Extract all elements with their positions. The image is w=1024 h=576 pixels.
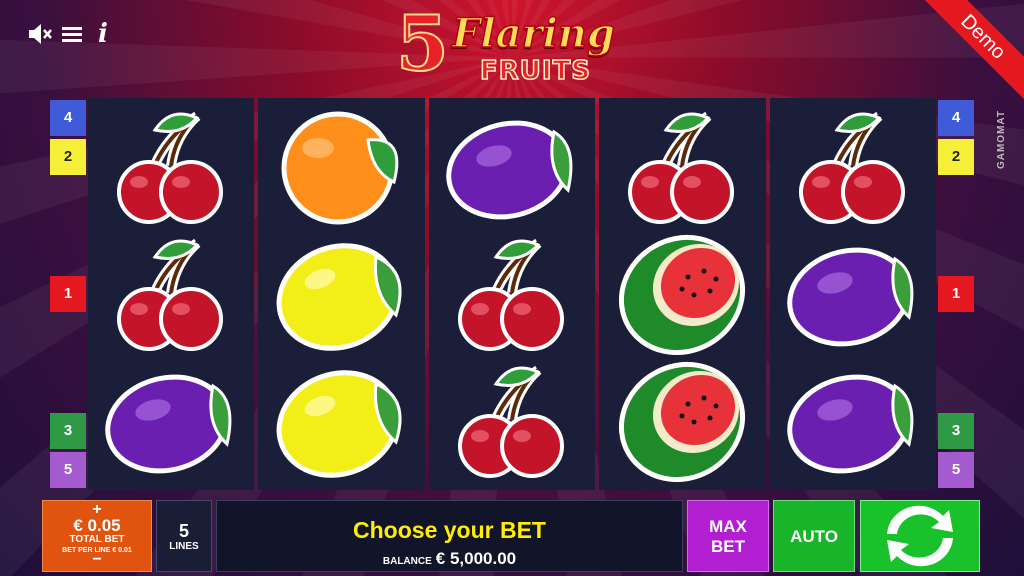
line-marker-left-1: 1 bbox=[50, 276, 86, 312]
top-bar: i 5 Flaring FRUITS Demo bbox=[0, 0, 1024, 101]
cherry-icon bbox=[101, 233, 241, 355]
cherry-icon bbox=[101, 106, 241, 228]
hamburger-menu-icon[interactable] bbox=[60, 20, 84, 53]
reel-2 bbox=[258, 98, 425, 490]
line-marker-left-5: 5 bbox=[50, 452, 86, 488]
plum-icon bbox=[101, 360, 241, 482]
plum-icon bbox=[783, 233, 923, 355]
line-marker-right-4: 4 bbox=[938, 100, 974, 136]
line-marker-right-5: 5 bbox=[938, 452, 974, 488]
max-bet-button[interactable]: MAX BET bbox=[687, 500, 769, 572]
balance-value: € 5,000.00 bbox=[435, 549, 517, 568]
cherry-icon bbox=[612, 106, 752, 228]
reel-5 bbox=[769, 98, 937, 490]
line-marker-left-2: 2 bbox=[50, 139, 86, 175]
spin-arrows-icon bbox=[887, 505, 953, 567]
game-logo: 5 Flaring FRUITS bbox=[395, 0, 628, 88]
lemon-icon bbox=[272, 233, 412, 355]
bet-increase-button[interactable]: + bbox=[43, 502, 151, 518]
status-message: Choose your BET bbox=[353, 517, 546, 543]
lines-count: 5 bbox=[178, 521, 189, 541]
balance-label: BALANCE bbox=[382, 556, 432, 567]
total-bet-value: € 0.05 bbox=[73, 516, 121, 535]
cherry-icon bbox=[442, 360, 582, 482]
orange-icon bbox=[272, 106, 412, 228]
bet-decrease-button[interactable]: − bbox=[43, 552, 151, 568]
speaker-muted-icon[interactable] bbox=[26, 20, 54, 53]
total-bet-label: TOTAL BET bbox=[69, 534, 125, 545]
lines-control[interactable]: 5 LINES bbox=[156, 500, 212, 572]
plum-icon bbox=[783, 360, 923, 482]
logo-word-fruits: FRUITS bbox=[479, 55, 592, 87]
line-marker-right-3: 3 bbox=[938, 413, 974, 449]
provider-label: GAMOMAT bbox=[996, 110, 1007, 170]
auto-spin-button[interactable]: AUTO bbox=[773, 500, 855, 572]
lemon-icon bbox=[272, 360, 412, 482]
total-bet-control[interactable]: + € 0.05 TOTAL BET BET PER LINE € 0.01 − bbox=[42, 500, 152, 572]
reel-4 bbox=[599, 98, 766, 490]
watermelon-icon bbox=[612, 360, 752, 482]
cherry-icon bbox=[442, 233, 582, 355]
cherry-icon bbox=[783, 106, 923, 228]
max-bet-label: MAX BET bbox=[709, 517, 747, 556]
line-marker-right-1: 1 bbox=[938, 276, 974, 312]
line-marker-left-3: 3 bbox=[50, 413, 86, 449]
plum-icon bbox=[442, 106, 582, 228]
logo-number: 5 bbox=[395, 0, 450, 88]
logo-word-flaring: Flaring bbox=[451, 9, 615, 58]
demo-ribbon: Demo bbox=[919, 0, 1024, 101]
spin-button[interactable] bbox=[860, 500, 980, 572]
balance-display: BALANCE € 5,000.00 bbox=[217, 549, 682, 569]
bottom-control-bar: + € 0.05 TOTAL BET BET PER LINE € 0.01 −… bbox=[0, 496, 1024, 576]
reels-grid bbox=[88, 98, 937, 490]
reel-1 bbox=[88, 98, 255, 490]
watermelon-icon bbox=[612, 233, 752, 356]
line-marker-left-4: 4 bbox=[50, 100, 86, 136]
message-panel: Choose your BET BALANCE € 5,000.00 bbox=[216, 500, 683, 572]
line-marker-right-2: 2 bbox=[938, 139, 974, 175]
reel-3 bbox=[428, 98, 596, 490]
lines-label: LINES bbox=[169, 541, 199, 552]
info-icon[interactable]: i bbox=[98, 20, 108, 48]
